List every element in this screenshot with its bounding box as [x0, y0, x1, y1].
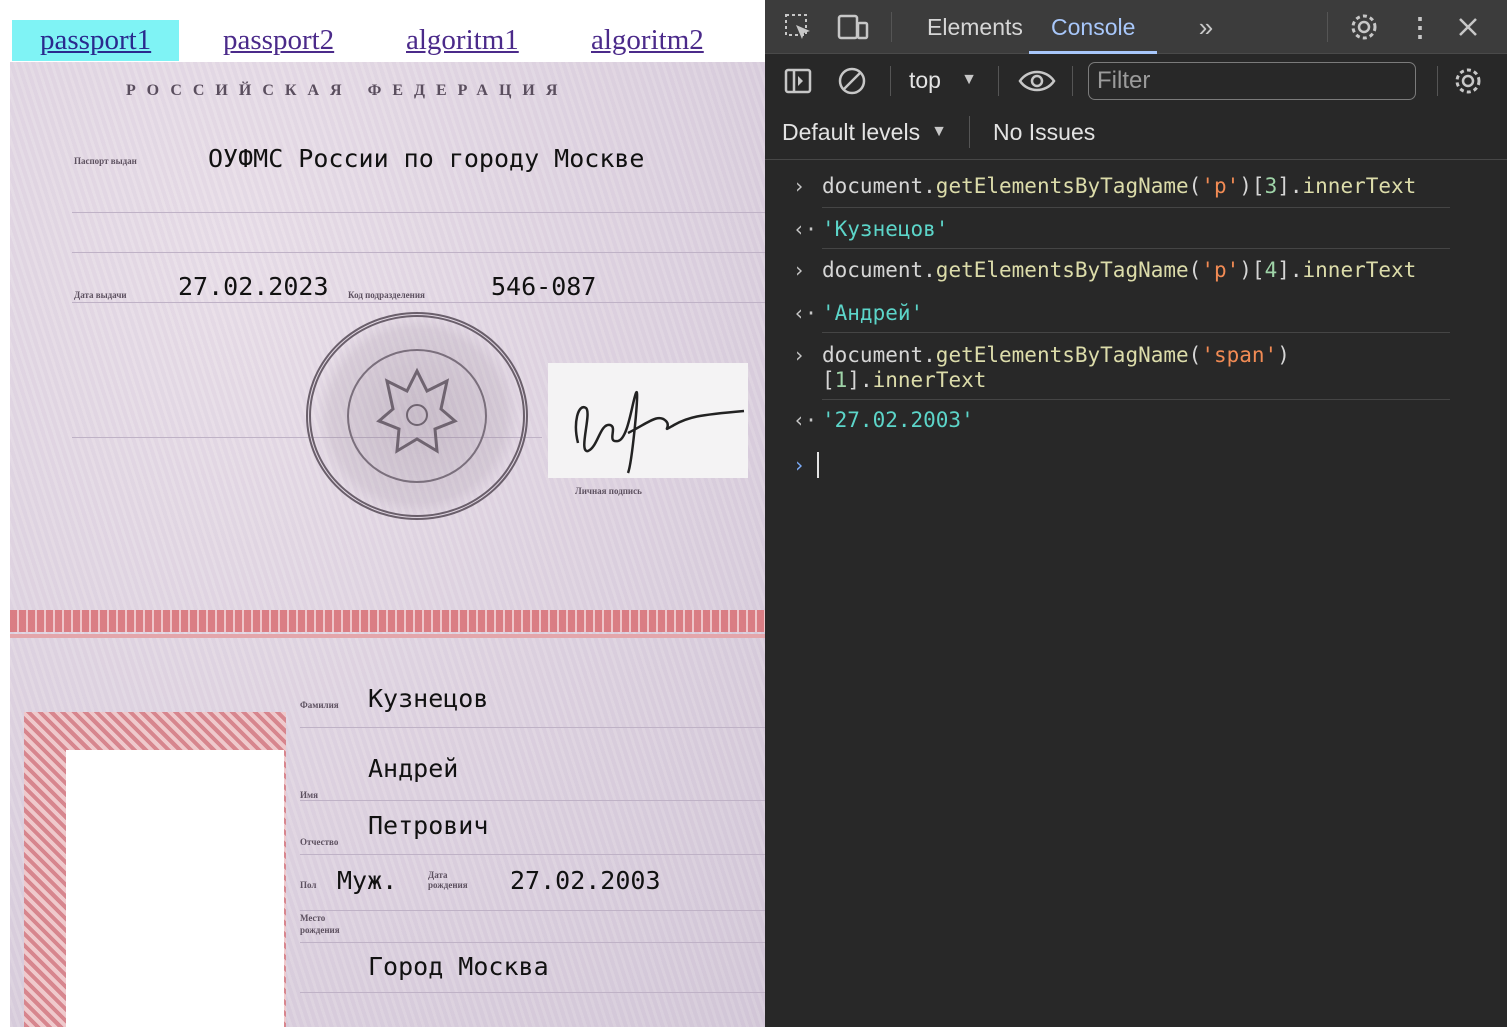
birth-date-value: 27.02.2003	[510, 866, 661, 895]
tab-console[interactable]: Console	[1029, 0, 1158, 54]
sidebar-toggle-icon[interactable]	[781, 64, 815, 98]
console-result: 'Андрей'	[822, 301, 924, 325]
console-prompt[interactable]: ›	[765, 453, 1450, 478]
text-caret	[817, 452, 819, 478]
context-selector[interactable]: top	[909, 67, 941, 94]
prompt-chevron-icon: ›	[793, 453, 806, 477]
more-options-icon[interactable]: ⋮	[1405, 10, 1435, 44]
birth-place-value: Город Москва	[368, 952, 549, 981]
chevron-down-icon[interactable]: ▼	[959, 70, 979, 90]
close-icon[interactable]	[1453, 10, 1483, 44]
console-command: document.getElementsByTagName('p')[4].in…	[822, 258, 1417, 282]
eye-icon[interactable]	[1017, 64, 1057, 98]
photo-placeholder	[66, 750, 284, 1027]
perforation-stripe-shadow	[10, 634, 765, 638]
dept-code-value: 546-087	[491, 272, 597, 301]
name-label: Имя	[300, 790, 318, 800]
web-page: passport1 passport2 algoritm1 algoritm2 …	[0, 0, 765, 1027]
console-settings-gear-icon[interactable]	[1451, 64, 1485, 98]
seal-emblem	[347, 349, 487, 483]
console-input-line[interactable]: › document.getElementsByTagName('span') […	[765, 343, 1450, 393]
devtools-toolbar: Elements Console » ⋮	[765, 0, 1507, 54]
issued-by-value: ОУФМС России по городу Москве	[208, 144, 645, 173]
patronymic-label: Отчество	[300, 837, 339, 847]
more-tabs-icon[interactable]: »	[1191, 12, 1221, 42]
filter-input[interactable]	[1088, 62, 1416, 100]
issue-date-value: 27.02.2023	[178, 272, 329, 301]
sex-label: Пол	[300, 880, 317, 890]
name-value: Андрей	[368, 754, 459, 783]
perforation-stripe	[10, 610, 765, 632]
chevron-down-icon[interactable]: ▼	[929, 122, 949, 142]
eagle-icon	[376, 367, 458, 454]
console-result-line[interactable]: ‹· '27.02.2003'	[765, 408, 1450, 433]
nav-link-passport2[interactable]: passport2	[195, 20, 362, 61]
surname-value: Кузнецов	[368, 684, 489, 713]
divider	[72, 302, 765, 303]
input-chevron-icon: ›	[793, 343, 806, 367]
console-input-line[interactable]: › document.getElementsByTagName('p')[3].i…	[765, 174, 1450, 199]
console-result: '27.02.2003'	[822, 408, 974, 432]
console-command: document.getElementsByTagName('p')[3].in…	[822, 174, 1417, 198]
console-input-line[interactable]: › document.getElementsByTagName('p')[4].i…	[765, 258, 1450, 283]
passport-image: РОССИЙСКАЯ ФЕДЕРАЦИЯ Паспорт выдан ОУФМС…	[10, 62, 765, 1027]
issued-by-label: Паспорт выдан	[74, 156, 137, 166]
devtools-panel: Elements Console » ⋮ top ▼ Default l	[765, 0, 1507, 1027]
console-command: document.getElementsByTagName('span') [1…	[822, 343, 1290, 392]
console-toolbar: top ▼ Default levels ▼ No Issues	[765, 54, 1507, 160]
console-separator	[822, 248, 1450, 249]
patronymic-value: Петрович	[368, 811, 489, 840]
dept-code-label: Код подразделения	[348, 290, 425, 300]
nav-link-algoritm2[interactable]: algoritm2	[563, 20, 732, 61]
official-seal	[306, 312, 528, 520]
divider	[72, 212, 765, 213]
birth-date-label: Дата рождения	[428, 870, 468, 890]
input-chevron-icon: ›	[793, 258, 806, 282]
signature-image	[548, 363, 748, 478]
inspect-element-icon[interactable]	[781, 10, 815, 44]
divider	[72, 252, 765, 253]
birth-place-label: Место рождения	[300, 913, 340, 935]
surname-label: Фамилия	[300, 700, 339, 710]
result-arrow-icon: ‹·	[793, 217, 818, 241]
console-result-line[interactable]: ‹· 'Андрей'	[765, 301, 1450, 326]
divider	[300, 800, 765, 801]
settings-gear-icon[interactable]	[1347, 10, 1381, 44]
nav-link-algoritm1[interactable]: algoritm1	[378, 20, 547, 61]
divider	[300, 942, 765, 943]
console-result-line[interactable]: ‹· 'Кузнецов'	[765, 217, 1450, 242]
console-separator	[822, 207, 1450, 208]
signature-label: Личная подпись	[575, 486, 642, 496]
console-separator	[822, 399, 1450, 400]
passport-header: РОССИЙСКАЯ ФЕДЕРАЦИЯ	[126, 82, 569, 99]
divider	[300, 910, 765, 911]
divider	[300, 727, 765, 728]
result-arrow-icon: ‹·	[793, 408, 818, 432]
clear-console-icon[interactable]	[835, 64, 869, 98]
console-separator	[822, 332, 1450, 333]
issue-date-label: Дата выдачи	[74, 290, 127, 300]
nav-bar: passport1 passport2 algoritm1 algoritm2	[12, 20, 757, 61]
divider	[300, 854, 765, 855]
divider	[300, 992, 765, 993]
nav-link-passport1[interactable]: passport1	[12, 20, 180, 61]
sex-value: Муж.	[337, 866, 398, 895]
log-levels-dropdown[interactable]: Default levels	[782, 119, 920, 146]
device-toolbar-icon[interactable]	[835, 10, 871, 44]
tab-elements[interactable]: Elements	[927, 0, 1023, 54]
issues-counter[interactable]: No Issues	[993, 119, 1095, 146]
console-result: 'Кузнецов'	[822, 217, 949, 241]
input-chevron-icon: ›	[793, 174, 806, 198]
result-arrow-icon: ‹·	[793, 301, 818, 325]
